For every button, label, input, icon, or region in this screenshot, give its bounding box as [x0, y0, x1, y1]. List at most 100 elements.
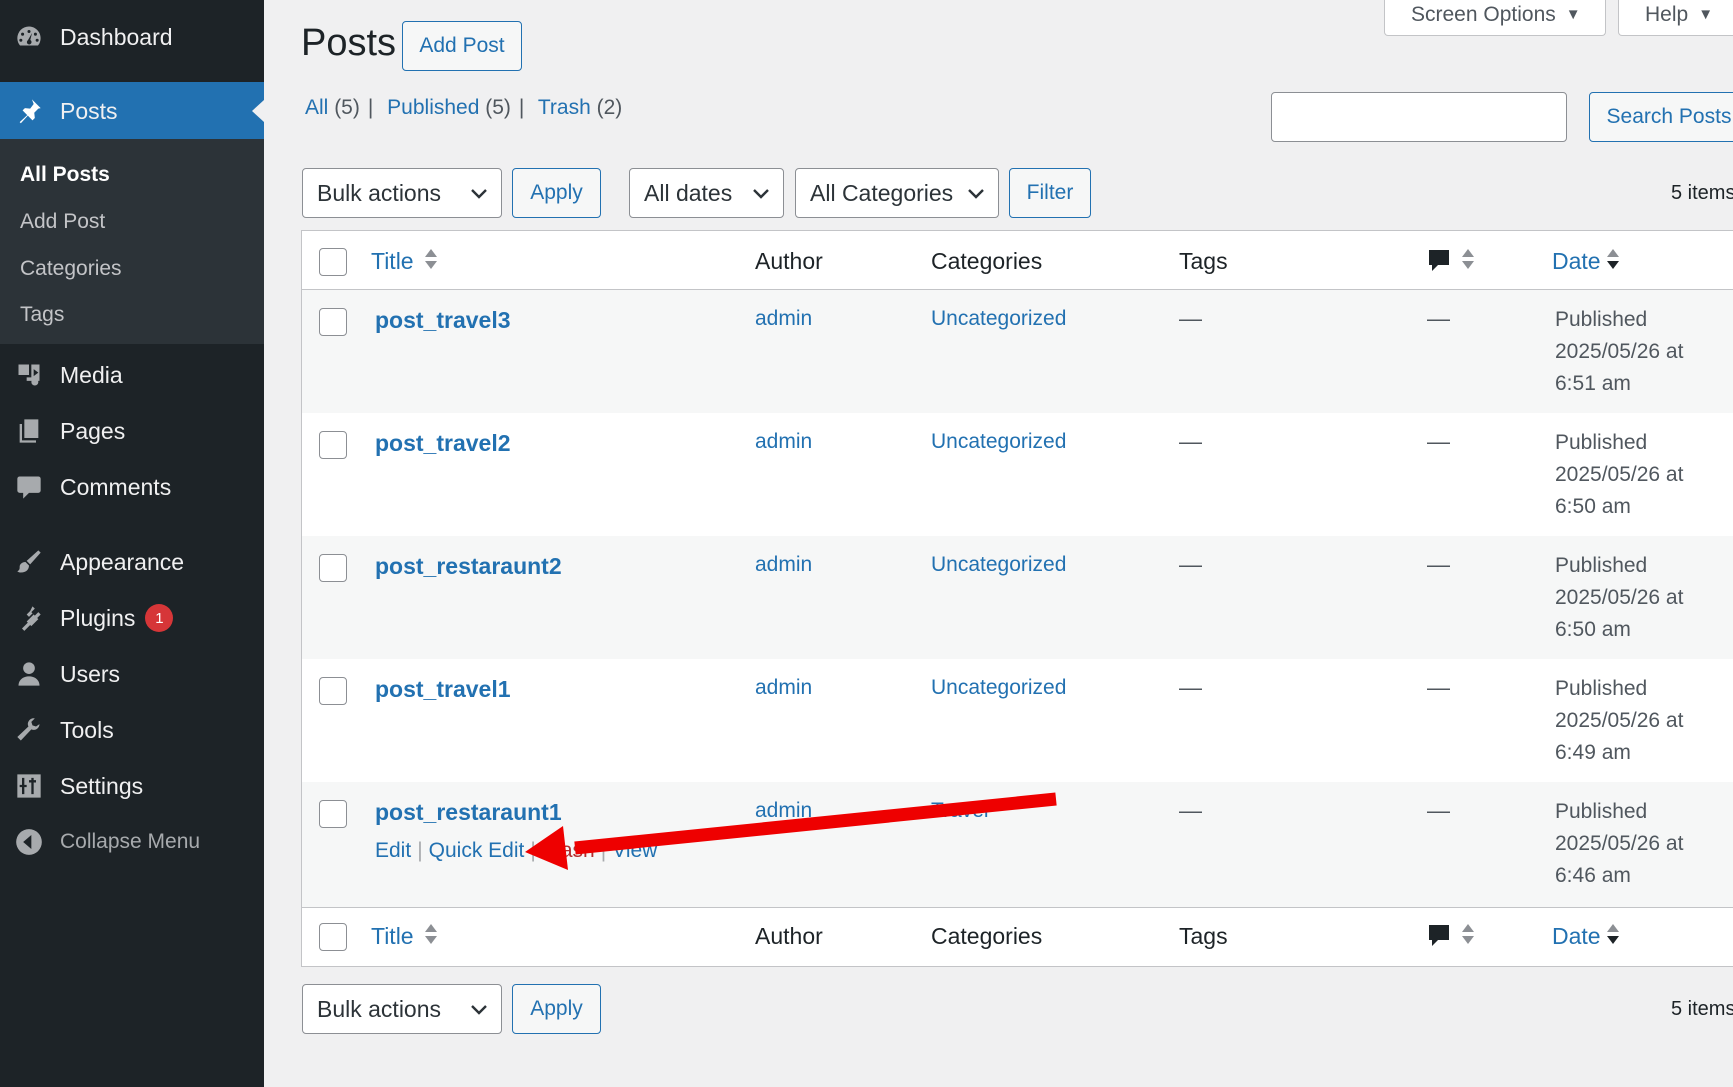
user-icon: [14, 659, 44, 689]
plugin-icon: [14, 603, 44, 633]
submenu-all-posts[interactable]: All Posts: [20, 163, 110, 187]
apply-button[interactable]: Apply: [512, 168, 601, 218]
views-separator: |: [367, 96, 374, 119]
views-separator: |: [518, 96, 525, 119]
menu-label: Settings: [60, 772, 144, 799]
post-title-link[interactable]: post_travel1: [375, 676, 511, 703]
submenu-tags[interactable]: Tags: [20, 303, 64, 327]
sort-arrows-icon[interactable]: [1461, 922, 1475, 946]
bulk-actions-select-bottom[interactable]: Bulk actions: [302, 984, 502, 1034]
screen-options-button[interactable]: Screen Options ▼: [1384, 0, 1606, 36]
menu-users[interactable]: Users: [0, 651, 264, 697]
submenu-add-post[interactable]: Add Post: [20, 210, 105, 234]
menu-label: Tools: [60, 716, 114, 743]
column-tags: Tags: [1179, 923, 1228, 949]
post-title-link[interactable]: post_travel3: [375, 307, 511, 334]
row-checkbox[interactable]: [319, 677, 347, 705]
submenu-categories[interactable]: Categories: [20, 257, 122, 281]
search-posts-button[interactable]: Search Posts: [1589, 92, 1733, 142]
view-link[interactable]: View: [612, 839, 657, 862]
select-all-checkbox[interactable]: [319, 923, 347, 951]
menu-plugins[interactable]: Plugins 1: [0, 595, 264, 641]
column-title-sort[interactable]: Title: [371, 923, 414, 950]
menu-label: Plugins: [60, 604, 136, 631]
caret-down-icon: ▼: [1698, 6, 1714, 23]
category-link[interactable]: Uncategorized: [931, 553, 1066, 577]
column-date-sort[interactable]: Date: [1552, 248, 1601, 275]
category-link[interactable]: Uncategorized: [931, 676, 1066, 700]
sort-desc-icon[interactable]: [1606, 922, 1620, 946]
view-all-link[interactable]: All: [305, 96, 328, 119]
caret-down-icon: ▼: [1565, 6, 1581, 23]
post-title-link[interactable]: post_restaraunt2: [375, 553, 562, 580]
menu-appearance[interactable]: Appearance: [0, 539, 264, 585]
help-label: Help: [1645, 2, 1689, 26]
quick-edit-link[interactable]: Quick Edit: [429, 839, 525, 862]
category-link[interactable]: Uncategorized: [931, 307, 1066, 331]
menu-label: Dashboard: [60, 23, 173, 50]
comment-bubble-icon[interactable]: [1427, 248, 1451, 274]
menu-tools[interactable]: Tools: [0, 707, 264, 753]
chevron-down-icon: [471, 1005, 487, 1015]
chevron-down-icon: [471, 189, 487, 199]
table-row: post_restaraunt2 admin Uncategorized — —…: [302, 536, 1733, 659]
row-actions-separator: |: [530, 839, 536, 862]
post-title-link[interactable]: post_restaraunt1: [375, 799, 562, 826]
sort-desc-icon[interactable]: [1606, 247, 1620, 271]
date-value: 2025/05/26 at: [1555, 340, 1684, 363]
menu-label: Appearance: [60, 548, 185, 575]
items-count-bottom: 5 items: [1671, 998, 1733, 1020]
view-published-link[interactable]: Published: [387, 96, 479, 119]
sort-arrows-icon[interactable]: [424, 922, 438, 946]
date-cell: Published 2025/05/26 at 6:50 am: [1555, 427, 1683, 523]
select-all-checkbox[interactable]: [319, 248, 347, 276]
search-input[interactable]: [1271, 92, 1567, 142]
add-post-button[interactable]: Add Post: [402, 21, 522, 71]
author-link[interactable]: admin: [755, 430, 812, 454]
column-author: Author: [755, 923, 823, 949]
sort-arrows-icon[interactable]: [1461, 247, 1475, 271]
author-link[interactable]: admin: [755, 676, 812, 700]
edit-link[interactable]: Edit: [375, 839, 411, 862]
column-date-sort[interactable]: Date: [1552, 923, 1601, 950]
row-checkbox[interactable]: [319, 554, 347, 582]
row-checkbox[interactable]: [319, 308, 347, 336]
post-title-link[interactable]: post_travel2: [375, 430, 511, 457]
row-checkbox[interactable]: [319, 800, 347, 828]
date-status: Published: [1555, 800, 1648, 823]
categories-select[interactable]: All Categories: [795, 168, 999, 218]
filter-button[interactable]: Filter: [1009, 168, 1091, 218]
table-footer-row: Title Author Categories Tags Date: [302, 907, 1733, 966]
apply-button-bottom[interactable]: Apply: [512, 984, 601, 1034]
tags-cell: —: [1179, 797, 1202, 823]
menu-label: Posts: [60, 97, 118, 124]
menu-settings[interactable]: Settings: [0, 763, 264, 809]
brush-icon: [14, 547, 44, 577]
page-title: Posts: [301, 22, 397, 64]
dashboard-icon: [14, 22, 44, 52]
menu-media[interactable]: Media: [0, 352, 264, 398]
menu-dashboard[interactable]: Dashboard: [0, 14, 264, 60]
trash-link[interactable]: Trash: [542, 839, 595, 862]
bulk-actions-select[interactable]: Bulk actions: [302, 168, 502, 218]
comment-bubble-icon[interactable]: [1427, 923, 1451, 949]
column-title-sort[interactable]: Title: [371, 248, 414, 275]
category-link[interactable]: Uncategorized: [931, 430, 1066, 454]
author-link[interactable]: admin: [755, 799, 812, 823]
sort-arrows-icon[interactable]: [424, 247, 438, 271]
view-published-count: (5): [485, 96, 511, 119]
category-link[interactable]: Travel: [931, 799, 989, 823]
collapse-menu-button[interactable]: Collapse Menu: [0, 819, 264, 865]
categories-value: All Categories: [810, 179, 954, 206]
menu-comments[interactable]: Comments: [0, 464, 264, 510]
menu-posts[interactable]: Posts: [0, 82, 264, 140]
author-link[interactable]: admin: [755, 307, 812, 331]
author-link[interactable]: admin: [755, 553, 812, 577]
posts-table: Title Author Categories Tags Date post_t…: [301, 230, 1733, 967]
pin-icon: [14, 96, 44, 126]
row-checkbox[interactable]: [319, 431, 347, 459]
help-button[interactable]: Help ▼: [1618, 0, 1733, 36]
view-trash-link[interactable]: Trash: [538, 96, 591, 119]
menu-pages[interactable]: Pages: [0, 408, 264, 454]
dates-select[interactable]: All dates: [629, 168, 784, 218]
